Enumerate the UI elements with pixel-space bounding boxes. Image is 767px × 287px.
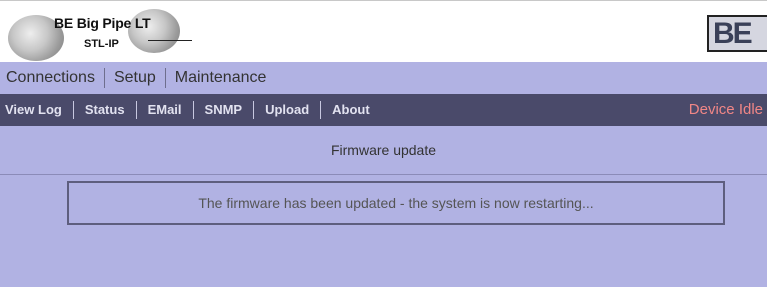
nav-status[interactable]: Status [74,101,136,119]
logo-title: BE Big Pipe LT [54,15,151,31]
logo-subtitle: STL-IP [84,38,119,50]
device-status: Device Idle [688,101,763,118]
nav-maintenance[interactable]: Maintenance [166,68,276,88]
main-panel: Firmware update The firmware has been up… [0,126,767,287]
nav-view-log[interactable]: View Log [0,101,73,119]
brand-logo: BE [707,15,767,52]
header: BE Big Pipe LT STL-IP BE [0,0,767,62]
product-logo: BE Big Pipe LT STL-IP [8,9,193,61]
divider [0,174,767,175]
nav-connections[interactable]: Connections [0,68,104,88]
page-title: Firmware update [330,142,437,158]
nav-about[interactable]: About [321,101,381,119]
secondary-nav: View Log Status EMail SNMP Upload About … [0,94,767,126]
primary-nav: Connections Setup Maintenance [0,62,767,94]
nav-snmp[interactable]: SNMP [194,101,254,119]
nav-upload[interactable]: Upload [254,101,320,119]
logo-underline [148,40,192,41]
status-message: The firmware has been updated - the syst… [67,181,725,225]
nav-setup[interactable]: Setup [105,68,165,88]
nav-email[interactable]: EMail [137,101,193,119]
